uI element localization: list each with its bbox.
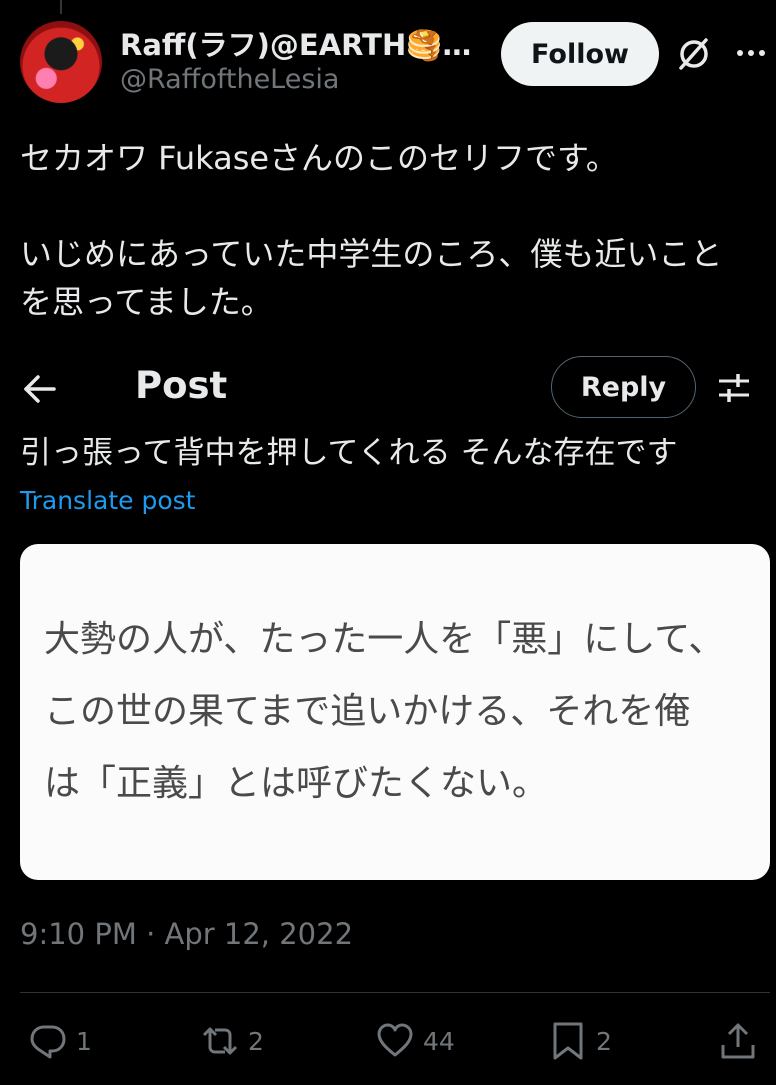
image-text-line: この世の果てまで追いかける、それを俺 [44,691,691,732]
reply-count: 1 [76,1026,92,1056]
attached-image[interactable]: 大勢の人が、たった一人を「悪」にして、 この世の果てまで追いかける、それを俺 は… [20,544,770,880]
tweet-line: セカオワ Fukaseさんのこのセリフです。 [20,139,618,177]
tweet-line: いじめにあっていた中学生のころ、僕も近いこと [20,235,723,273]
user-handle[interactable]: @RaffoftheLesia [120,64,339,95]
grok-icon[interactable] [676,36,712,72]
back-icon[interactable] [20,371,60,407]
share-action[interactable] [718,1018,758,1064]
repost-count: 2 [248,1026,264,1056]
repost-action[interactable]: 2 [200,1018,264,1064]
reply-icon [30,1025,66,1059]
filter-icon[interactable] [716,370,752,406]
like-action[interactable]: 44 [375,1018,455,1064]
repost-icon [202,1027,238,1055]
follow-button[interactable]: Follow [501,22,659,86]
timestamp[interactable]: 9:10 PM · Apr 12, 2022 [20,917,353,951]
tweet-line: を思ってました。 [20,283,273,321]
divider [20,992,770,993]
bookmark-icon [553,1022,583,1060]
more-icon[interactable] [734,40,768,66]
image-text-line: 大勢の人が、たった一人を「悪」にして、 [44,619,725,660]
bookmark-count: 2 [596,1026,612,1056]
translate-post-link[interactable]: Translate post [20,486,195,515]
like-icon [377,1023,413,1057]
like-count: 44 [423,1026,455,1056]
reply-button[interactable]: Reply [551,356,696,418]
page-title: Post [135,364,228,407]
display-name[interactable]: Raff(ラフ)@EARTH🥞… [120,22,470,64]
thread-line [60,0,62,14]
avatar[interactable] [20,21,102,103]
share-icon [721,1023,755,1059]
tweet-text: セカオワ Fukaseさんのこのセリフです。 いじめにあっていた中学生のころ、僕… [20,134,770,326]
bookmark-action[interactable]: 2 [548,1018,612,1064]
reply-action[interactable]: 1 [28,1018,92,1064]
image-text-line: は「正義」とは呼びたくない。 [44,763,549,804]
